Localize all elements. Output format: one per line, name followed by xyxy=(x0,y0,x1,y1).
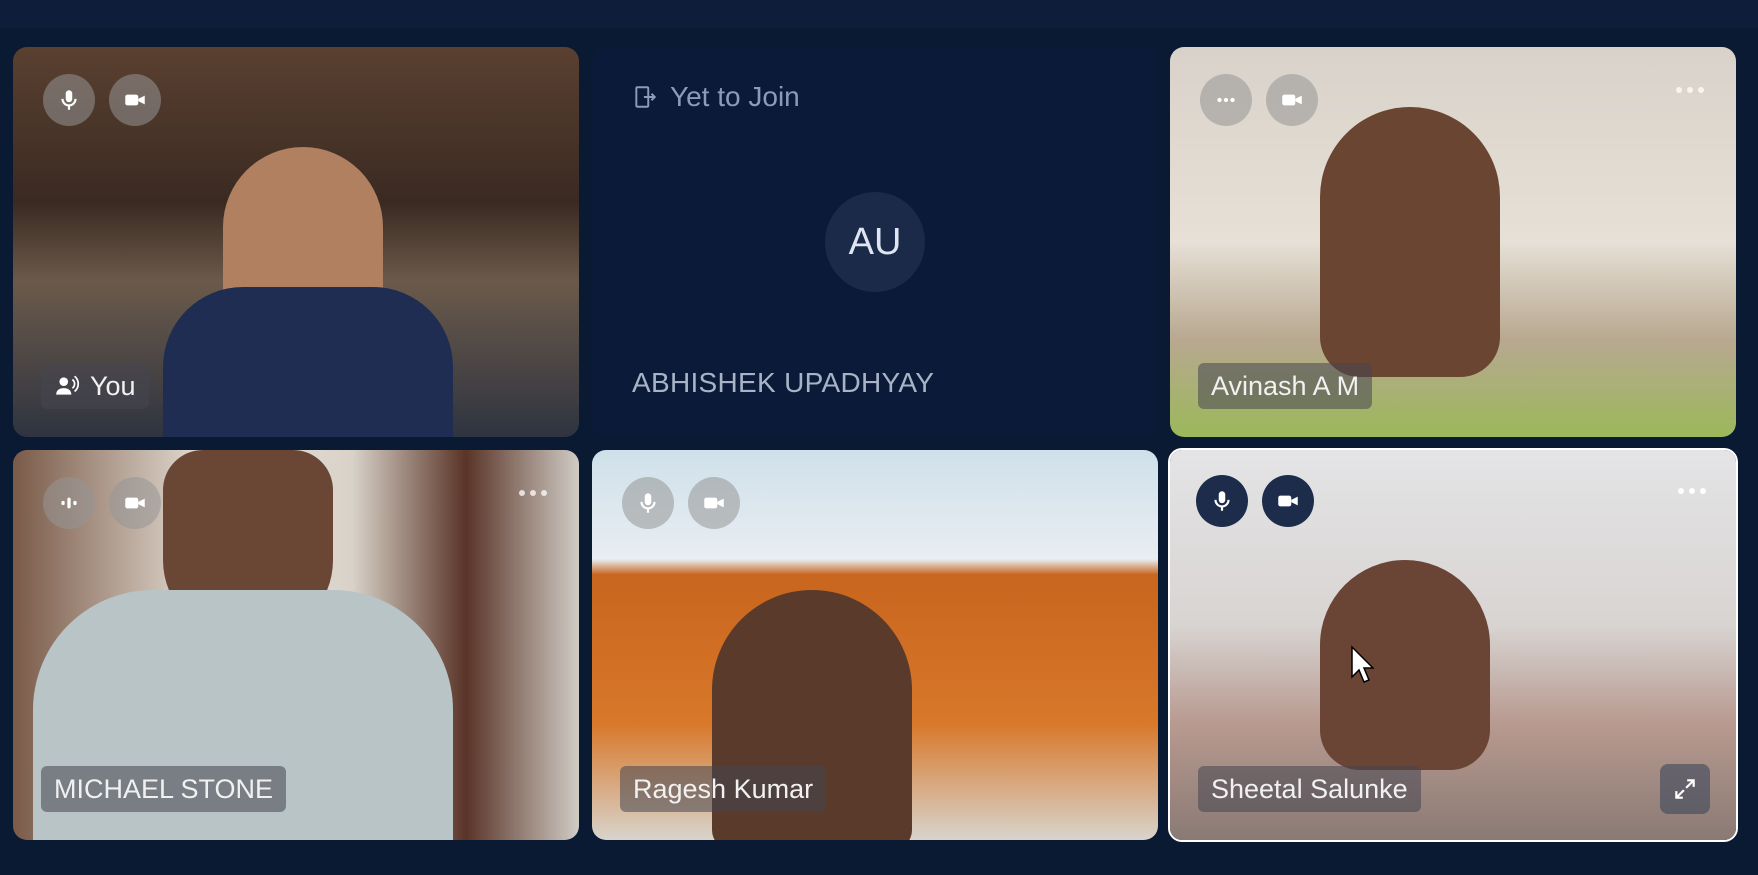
camera-button[interactable] xyxy=(688,477,740,529)
name-tag: Sheetal Salunke xyxy=(1198,766,1421,812)
participant-silhouette xyxy=(1320,560,1490,770)
video-grid: You Yet to Join AU ABHISHEK UPADHYAY Avi… xyxy=(0,0,1758,875)
more-dots-icon xyxy=(1217,97,1235,103)
participant-tile-abhishek[interactable]: Yet to Join AU ABHISHEK UPADHYAY xyxy=(592,47,1158,437)
camera-icon xyxy=(704,497,724,509)
camera-icon xyxy=(125,497,145,509)
participant-tile-ragesh[interactable]: Ragesh Kumar xyxy=(592,450,1158,840)
participant-name: Avinash A M xyxy=(1211,370,1360,401)
mic-button[interactable] xyxy=(1196,475,1248,527)
audio-wave-icon xyxy=(61,497,77,509)
name-tag: MICHAEL STONE xyxy=(41,766,287,812)
more-options-icon[interactable] xyxy=(1676,85,1708,95)
name-tag: You xyxy=(41,363,149,409)
camera-icon xyxy=(1278,495,1298,507)
name-tag: Ragesh Kumar xyxy=(620,766,827,812)
join-status: Yet to Join xyxy=(632,81,800,113)
participant-tile-sheetal[interactable]: Sheetal Salunke xyxy=(1168,448,1738,842)
mouse-cursor-icon xyxy=(1351,645,1374,683)
participant-name: Sheetal Salunke xyxy=(1211,773,1408,804)
more-options-icon[interactable] xyxy=(519,488,551,498)
name-tag: Avinash A M xyxy=(1198,363,1373,409)
participant-name: You xyxy=(90,370,136,401)
participant-name: Ragesh Kumar xyxy=(633,773,814,804)
participant-tile-you[interactable]: You xyxy=(13,47,579,437)
participant-tile-michael[interactable]: MICHAEL STONE xyxy=(13,450,579,840)
speaker-icon xyxy=(56,375,79,395)
participant-name: ABHISHEK UPADHYAY xyxy=(632,367,935,398)
participant-name: MICHAEL STONE xyxy=(54,773,274,804)
camera-button[interactable] xyxy=(109,74,161,126)
participant-silhouette xyxy=(1320,107,1500,377)
mic-button[interactable] xyxy=(43,74,95,126)
mic-icon xyxy=(61,90,77,110)
camera-button[interactable] xyxy=(109,477,161,529)
expand-icon xyxy=(1675,779,1695,799)
camera-icon xyxy=(1282,94,1302,106)
audio-activity-button[interactable] xyxy=(43,477,95,529)
camera-button[interactable] xyxy=(1266,74,1318,126)
participant-jacket xyxy=(163,287,453,437)
mic-button[interactable] xyxy=(622,477,674,529)
avatar: AU xyxy=(825,192,925,292)
audio-activity-button[interactable] xyxy=(1200,74,1252,126)
participant-tile-avinash[interactable]: Avinash A M xyxy=(1170,47,1736,437)
mic-icon xyxy=(1214,491,1230,511)
expand-button[interactable] xyxy=(1660,764,1710,814)
mic-icon xyxy=(640,493,656,513)
more-options-icon[interactable] xyxy=(1678,486,1710,496)
exit-door-icon xyxy=(635,86,657,108)
camera-button[interactable] xyxy=(1262,475,1314,527)
join-status-text: Yet to Join xyxy=(670,81,800,112)
camera-icon xyxy=(125,94,145,106)
